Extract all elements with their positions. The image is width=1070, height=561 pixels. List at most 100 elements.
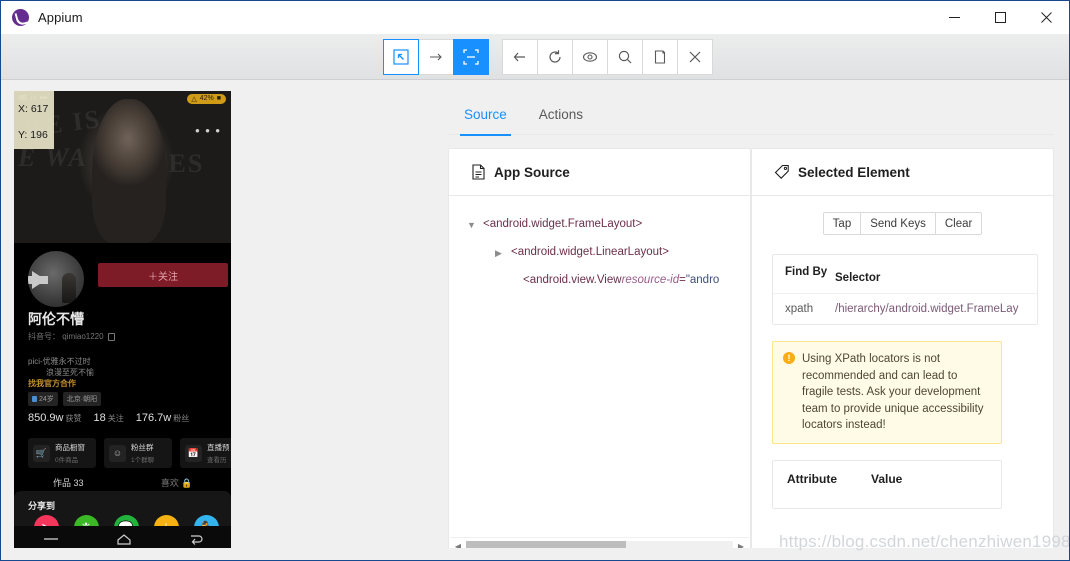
toolbar — [1, 34, 1069, 80]
feature-livepreview-text: 直播预 查看历 — [207, 442, 230, 464]
table-row[interactable]: xpath /hierarchy/android.widget.FrameLay — [773, 293, 1037, 324]
tag-location: 北京·朝阳 — [62, 392, 102, 406]
feature-livepreview-sub: 查看历 — [207, 457, 227, 464]
window-titlebar: Appium — [1, 1, 1069, 34]
group-icon: ☺ — [109, 444, 126, 462]
selector-value: /hierarchy/android.widget.FrameLay — [835, 303, 1019, 315]
tree-row[interactable]: ▶ <android.widget.LinearLayout> — [467, 246, 750, 260]
selected-element-title: Selected Element — [798, 164, 910, 180]
clear-button[interactable]: Clear — [934, 212, 983, 235]
minimize-icon[interactable] — [931, 1, 977, 34]
selected-element-body: Tap Send Keys Clear Find By Selector xpa… — [752, 196, 1053, 509]
source-tree: ▼ <android.widget.FrameLayout> ▶ <androi… — [449, 196, 750, 286]
back-button[interactable] — [502, 39, 538, 75]
feature-livepreview-title: 直播预 — [207, 443, 230, 452]
selector-table-header: Find By Selector — [773, 255, 1037, 293]
feature-fangroup-text: 粉丝群 1个群聊 — [131, 442, 154, 464]
douyin-id-text: 抖音号： qimiao1220 — [28, 332, 104, 341]
app-source-card: App Source ▼ <android.widget.FrameLayout… — [448, 148, 751, 556]
profile-feature-row: 🛒 商品橱窗 0件商品 ☺ 粉丝群 1个群聊 📅 直播预 查看历 — [28, 438, 231, 468]
stat-followers-value: 176.7w — [135, 412, 172, 424]
battery-icon: ■ — [216, 95, 221, 102]
overflow-menu-icon[interactable]: • • • — [195, 123, 221, 138]
close-x-icon[interactable] — [677, 39, 713, 75]
tree-node-label: <android.widget.LinearLayout> — [511, 246, 669, 258]
window-bottom-strip — [1, 548, 1069, 560]
element-action-buttons: Tap Send Keys Clear — [772, 212, 1033, 235]
select-element-button[interactable] — [383, 39, 419, 75]
profile-bio: pici-优雅永不过时 浪漫至死不愉 找我官方合作 — [28, 356, 94, 389]
home-icon[interactable] — [116, 533, 132, 546]
copy-id-icon[interactable] — [107, 332, 115, 341]
avatar[interactable] — [28, 251, 84, 307]
device-screenshot[interactable]: RE IS N E WA MES 85 ↓↑ ••• △ 42% — [14, 91, 231, 552]
attribute-table-header: Attribute Value — [787, 472, 987, 486]
attribute-col-attribute: Attribute — [787, 471, 837, 486]
stat-likes-value: 850.9w — [28, 412, 64, 424]
person-icon — [32, 396, 37, 402]
stat-likes: 850.9w 获赞 — [28, 412, 81, 424]
tab-works[interactable]: 作品 33 — [14, 476, 123, 489]
swipe-by-coordinates-button[interactable] — [418, 39, 454, 75]
menu-icon[interactable] — [43, 533, 59, 545]
magnifier-icon[interactable] — [607, 39, 643, 75]
feature-livepreview[interactable]: 📅 直播预 查看历 — [180, 438, 231, 468]
selector-table: Find By Selector xpath /hierarchy/androi… — [772, 254, 1038, 325]
xpath-warning-banner: ! Using XPath locators is not recommende… — [772, 341, 1002, 444]
attribute-table: Attribute Value — [772, 459, 1002, 509]
exclamation-circle-icon: ! — [783, 352, 795, 364]
chevron-down-icon[interactable]: ▼ — [467, 218, 483, 232]
selector-col-find-by: Find By — [785, 266, 828, 278]
tree-node-attr-value: "andro — [685, 274, 720, 286]
panel-tabs: Source Actions — [448, 99, 1054, 136]
stat-likes-label: 获赞 — [65, 414, 82, 423]
share-sheet-title: 分享到 — [28, 501, 56, 511]
maximize-icon[interactable] — [977, 1, 1023, 34]
file-text-icon — [472, 164, 485, 180]
selector-col-selector: Selector — [835, 272, 881, 284]
tag-age-label: 24岁 — [39, 396, 54, 403]
close-icon[interactable] — [1023, 1, 1069, 34]
copy-icon[interactable] — [642, 39, 678, 75]
tab-source[interactable]: Source — [448, 99, 523, 136]
avatar-arrow-icon — [28, 271, 48, 289]
tab-actions[interactable]: Actions — [523, 99, 599, 135]
app-source-header: App Source — [449, 149, 750, 196]
titlebar-left: Appium — [1, 9, 83, 26]
tap-by-coordinates-button[interactable] — [453, 39, 489, 75]
feature-fangroup[interactable]: ☺ 粉丝群 1个群聊 — [104, 438, 172, 468]
chevron-right-icon[interactable]: ▶ — [495, 246, 511, 260]
tree-row[interactable]: ▼ <android.widget.FrameLayout> — [467, 218, 750, 232]
appium-inspector-window: Appium RE IS N E WA MES △ 42% ■ • • • ＋关… — [0, 0, 1070, 561]
profile-douyin-id: 抖音号： qimiao1220 — [28, 331, 115, 342]
tree-node-label: <android.widget.FrameLayout> — [483, 218, 643, 230]
back-icon[interactable] — [189, 533, 203, 546]
profile-tags: 24岁 北京·朝阳 — [28, 392, 102, 406]
tree-row[interactable]: <android.view.View resource-id = "andro — [467, 274, 750, 286]
feature-shop-title: 商品橱窗 — [55, 443, 85, 452]
stat-followers: 176.7w 粉丝 — [136, 412, 189, 424]
feature-fangroup-title: 粉丝群 — [131, 443, 154, 452]
selected-element-header: Selected Element — [752, 149, 1053, 196]
tap-button[interactable]: Tap — [822, 212, 862, 235]
stat-following-label: 关注 — [107, 414, 124, 423]
tree-node-attr-name: resource-id — [621, 274, 680, 286]
tree-node-attr-eq: = — [679, 274, 686, 286]
window-controls — [931, 1, 1069, 34]
eye-icon[interactable] — [572, 39, 608, 75]
coord-y: Y: 196 — [18, 129, 48, 141]
tab-likes[interactable]: 喜欢 🔒 — [123, 476, 232, 489]
selector-find-by-value: xpath — [785, 303, 814, 315]
main-body: RE IS N E WA MES 85 ↓↑ ••• △ 42% — [1, 80, 1069, 560]
feature-fangroup-sub: 1个群聊 — [131, 457, 155, 464]
attribute-col-value: Value — [871, 471, 903, 486]
feature-shop[interactable]: 🛒 商品橱窗 0件商品 — [28, 438, 96, 468]
profile-work-tabs: 作品 33 喜欢 🔒 — [14, 476, 231, 489]
calendar-icon: 📅 — [185, 444, 202, 462]
appium-logo-icon — [12, 9, 29, 26]
selected-element-card: Selected Element Tap Send Keys Clear Fin… — [751, 148, 1054, 556]
follow-button[interactable]: ＋关注 — [98, 263, 228, 287]
send-keys-button[interactable]: Send Keys — [860, 212, 936, 235]
refresh-icon[interactable] — [537, 39, 573, 75]
status-right: △ 42% ■ — [187, 93, 226, 104]
